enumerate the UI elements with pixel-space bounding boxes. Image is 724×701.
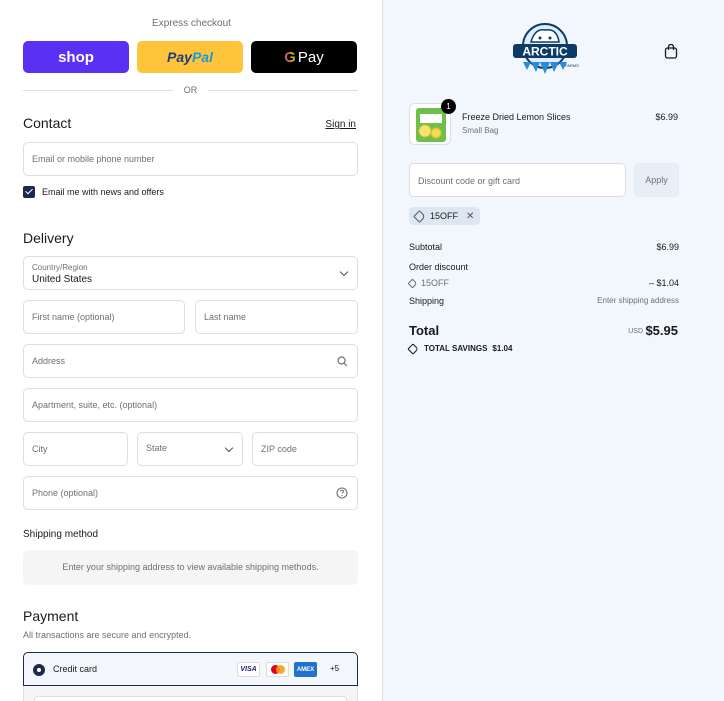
state-placeholder: State: [146, 443, 168, 453]
apply-discount-button[interactable]: Apply: [634, 163, 679, 197]
card-number-field[interactable]: [34, 696, 347, 701]
applied-discount-chip: 15OFF ✕: [409, 207, 481, 225]
last-name-placeholder: Last name: [204, 312, 247, 322]
phone-field[interactable]: Phone (optional): [23, 476, 358, 510]
discount-code-field[interactable]: Discount code or gift card: [409, 163, 626, 197]
shipping-method-message: Enter your shipping address to view avai…: [23, 550, 358, 585]
product-price: $6.99: [655, 112, 678, 122]
mastercard-icon: [266, 662, 289, 677]
total-currency: USD: [628, 328, 643, 335]
order-summary-panel: ARCTIC FARMS 1 Freeze Dried Lemon Slices…: [383, 0, 724, 701]
shipping-row: Shipping Enter shipping address: [409, 296, 679, 306]
checkout-form-panel: Express checkout shop Pay Pal G Pay OR Co…: [0, 0, 383, 701]
svg-text:ARCTIC: ARCTIC: [522, 45, 568, 59]
contact-title: Contact: [23, 115, 72, 131]
email-placeholder: Email or mobile phone number: [32, 154, 155, 164]
express-checkout-label: Express checkout: [152, 18, 231, 29]
shipping-value: Enter shipping address: [597, 296, 679, 305]
divider-line-right: [208, 90, 358, 91]
google-pay-label: Pay: [297, 48, 324, 66]
payment-subtitle: All transactions are secure and encrypte…: [23, 630, 192, 640]
or-divider: OR: [23, 84, 358, 96]
country-label: Country/Region: [32, 263, 88, 272]
chevron-down-icon: [224, 443, 234, 453]
amex-icon: AMEX: [294, 662, 317, 677]
shop-pay-button[interactable]: shop: [23, 41, 129, 73]
email-field[interactable]: Email or mobile phone number: [23, 142, 358, 176]
applied-discount-code: 15OFF: [430, 211, 459, 221]
arctic-farms-logo: ARCTIC FARMS: [513, 23, 579, 74]
total-label: Total: [409, 323, 440, 338]
credit-card-label: Credit card: [53, 664, 98, 674]
shipping-method-title: Shipping method: [23, 529, 99, 540]
tag-icon: [413, 209, 426, 223]
total-value: $5.95: [645, 323, 678, 338]
country-value: United States: [32, 274, 93, 285]
apartment-placeholder: Apartment, suite, etc. (optional): [32, 400, 158, 410]
total-savings: TOTAL SAVINGS $1.04: [407, 342, 513, 355]
remove-discount-icon[interactable]: ✕: [466, 211, 474, 222]
subtotal-label: Subtotal: [409, 242, 443, 252]
paypal-button[interactable]: Pay Pal: [137, 41, 243, 73]
credit-card-option[interactable]: Credit card VISA AMEX +5: [23, 652, 358, 686]
search-icon: [337, 356, 348, 367]
shopping-bag-icon[interactable]: [664, 43, 678, 59]
tag-icon: [407, 278, 418, 289]
credit-card-radio[interactable]: [33, 664, 45, 676]
more-cards-count: +5: [330, 664, 340, 673]
paypal-label-pay: Pay: [167, 49, 192, 65]
total-savings-label: TOTAL SAVINGS: [424, 344, 488, 353]
help-icon[interactable]: [336, 487, 348, 499]
state-select[interactable]: State: [137, 432, 243, 466]
newsletter-checkbox-row[interactable]: Email me with news and offers: [23, 186, 164, 198]
product-name: Freeze Dried Lemon Slices: [462, 112, 571, 122]
svg-text:FARMS: FARMS: [565, 63, 579, 68]
product-variant: Small Bag: [462, 126, 499, 135]
subtotal-value: $6.99: [656, 242, 679, 252]
total-savings-value: $1.04: [492, 344, 513, 353]
shop-pay-label: shop: [58, 48, 94, 66]
first-name-field[interactable]: First name (optional): [23, 300, 185, 334]
delivery-title: Delivery: [23, 230, 74, 246]
order-discount-row: Order discount: [409, 262, 679, 272]
phone-placeholder: Phone (optional): [32, 488, 99, 498]
zip-field[interactable]: ZIP code: [252, 432, 358, 466]
credit-card-fields: [23, 686, 358, 701]
google-g-icon: G: [284, 48, 296, 66]
shipping-label: Shipping: [409, 296, 445, 306]
address-field[interactable]: Address: [23, 344, 358, 378]
country-select[interactable]: Country/Region United States: [23, 256, 358, 290]
paypal-label-pal: Pal: [191, 49, 213, 65]
visa-icon: VISA: [237, 662, 260, 677]
payment-title: Payment: [23, 608, 79, 624]
newsletter-checkbox[interactable]: [23, 186, 35, 198]
subtotal-row: Subtotal $6.99: [409, 242, 679, 252]
discount-code-label: 15OFF: [421, 278, 450, 288]
newsletter-label: Email me with news and offers: [42, 187, 164, 197]
zip-placeholder: ZIP code: [261, 444, 297, 454]
google-pay-button[interactable]: G Pay: [251, 41, 357, 73]
discount-code-row: 15OFF – $1.04: [407, 278, 679, 289]
quantity-badge: 1: [441, 99, 456, 114]
discount-value: – $1.04: [648, 278, 679, 288]
discount-placeholder: Discount code or gift card: [418, 176, 521, 186]
address-placeholder: Address: [32, 356, 66, 366]
city-placeholder: City: [32, 444, 48, 454]
chevron-down-icon: [339, 267, 349, 277]
city-field[interactable]: City: [23, 432, 128, 466]
order-discount-label: Order discount: [409, 262, 469, 272]
sign-in-link[interactable]: Sign in: [325, 119, 356, 130]
first-name-placeholder: First name (optional): [32, 312, 115, 322]
apartment-field[interactable]: Apartment, suite, etc. (optional): [23, 388, 358, 422]
tag-icon: [407, 342, 419, 355]
last-name-field[interactable]: Last name: [195, 300, 358, 334]
